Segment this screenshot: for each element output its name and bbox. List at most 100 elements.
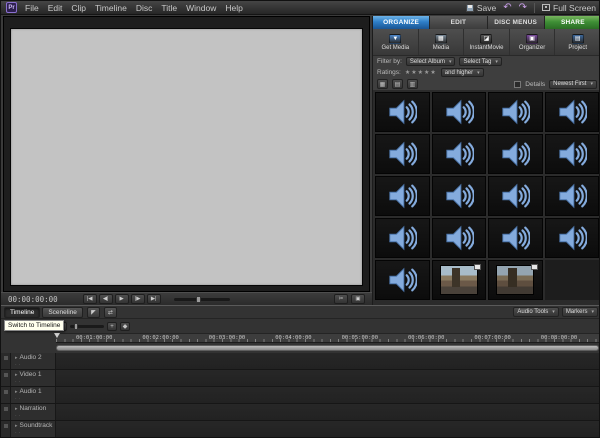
video-clip-thumbnail[interactable] bbox=[432, 260, 487, 300]
organizer-button[interactable]: ▣Organizer bbox=[510, 29, 556, 55]
track-lane[interactable] bbox=[56, 421, 600, 437]
menu-clip[interactable]: Clip bbox=[71, 3, 86, 13]
select-tag-dropdown[interactable]: Select Tag▾ bbox=[459, 57, 501, 66]
audio-clip-thumbnail[interactable] bbox=[488, 92, 543, 132]
markers-dropdown[interactable]: Markers▾ bbox=[562, 307, 598, 317]
details-checkbox[interactable] bbox=[514, 81, 521, 88]
get-media-button[interactable]: ▼Get Media bbox=[373, 29, 419, 55]
track-header: ▸Audio 2·· bbox=[11, 353, 56, 369]
audio-clip-thumbnail[interactable] bbox=[488, 218, 543, 258]
track-state-icon bbox=[4, 390, 8, 394]
audio-speaker-icon bbox=[557, 139, 587, 169]
undo-button[interactable]: ↶ bbox=[503, 3, 511, 13]
step-back-button[interactable]: ◀| bbox=[99, 294, 113, 304]
menu-timeline[interactable]: Timeline bbox=[95, 3, 127, 13]
audio-clip-thumbnail[interactable] bbox=[545, 218, 600, 258]
track-lane[interactable] bbox=[56, 370, 600, 386]
time-ruler[interactable]: 00:01:00:0000:02:00:0000:03:00:0000:04:0… bbox=[56, 333, 600, 343]
audio-clip-thumbnail[interactable] bbox=[432, 134, 487, 174]
audio-clip-thumbnail[interactable] bbox=[375, 92, 430, 132]
tab-disc-menus[interactable]: DISC MENUS bbox=[488, 16, 544, 29]
zoom-in-button[interactable]: + bbox=[107, 322, 117, 331]
selection-tool-button[interactable]: ◤ bbox=[87, 307, 100, 318]
step-forward-button[interactable]: |▶ bbox=[131, 294, 145, 304]
media-button[interactable]: ▦Media bbox=[419, 29, 465, 55]
tab-sceneline[interactable]: Sceneline bbox=[42, 307, 83, 318]
track-lane[interactable] bbox=[56, 404, 600, 420]
tab-edit[interactable]: EDIT bbox=[430, 16, 486, 29]
split-clip-button[interactable]: ✂ bbox=[334, 294, 348, 304]
fullscreen-button[interactable]: Full Screen bbox=[542, 3, 596, 13]
track-lane[interactable] bbox=[56, 387, 600, 403]
audio-clip-thumbnail[interactable] bbox=[375, 134, 430, 174]
video-clip-thumbnail[interactable] bbox=[488, 260, 543, 300]
app-logo-icon: Pr bbox=[6, 2, 17, 13]
zoom-slider-thumb[interactable] bbox=[74, 323, 78, 330]
track-lane[interactable] bbox=[56, 353, 600, 369]
save-button[interactable]: Save bbox=[466, 3, 496, 13]
track-subcontrols: ·· bbox=[15, 430, 55, 437]
monitor-panel bbox=[3, 16, 370, 292]
audio-speaker-icon bbox=[444, 223, 474, 253]
tab-timeline[interactable]: Timeline bbox=[4, 307, 40, 318]
audio-clip-thumbnail[interactable] bbox=[545, 92, 600, 132]
track-expand-icon[interactable]: ▸ bbox=[15, 372, 18, 378]
detail-view-button[interactable]: ▤ bbox=[392, 79, 403, 89]
grid-view-button[interactable]: ▦ bbox=[377, 79, 388, 89]
menu-file[interactable]: File bbox=[25, 3, 39, 13]
track-expand-icon[interactable]: ▸ bbox=[15, 389, 18, 395]
audio-clip-thumbnail[interactable] bbox=[375, 218, 430, 258]
track-toggle-rail[interactable] bbox=[1, 387, 11, 403]
track-toggle-rail[interactable] bbox=[1, 353, 11, 369]
go-to-next-edit-button[interactable]: ▶| bbox=[147, 294, 161, 304]
track-header: ▸Audio 1·· bbox=[11, 387, 56, 403]
redo-button[interactable]: ↷ bbox=[519, 3, 527, 13]
audio-clip-thumbnail[interactable] bbox=[375, 260, 430, 300]
menu-edit[interactable]: Edit bbox=[48, 3, 63, 13]
marker-icon[interactable]: ◆ bbox=[120, 322, 130, 331]
tab-organize[interactable]: ORGANIZE bbox=[373, 16, 429, 29]
go-to-previous-edit-button[interactable]: |◀ bbox=[83, 294, 97, 304]
slideshow-button[interactable]: ▥ bbox=[407, 79, 418, 89]
sort-order-dropdown[interactable]: Newest First▾ bbox=[549, 80, 597, 89]
track-expand-icon[interactable]: ▸ bbox=[15, 355, 18, 361]
transport-bar: 00:00:00:00 |◀◀|▶|▶▶| ✂ ▣ bbox=[1, 292, 372, 305]
tooltip: Switch to Timeline bbox=[4, 320, 64, 331]
track-header: ▸Narration·· bbox=[11, 404, 56, 420]
audio-clip-thumbnail[interactable] bbox=[488, 134, 543, 174]
menu-disc[interactable]: Disc bbox=[136, 3, 153, 13]
audio-tools-dropdown[interactable]: Audio Tools▾ bbox=[513, 307, 558, 317]
current-time-indicator[interactable] bbox=[54, 333, 60, 338]
audio-clip-thumbnail[interactable] bbox=[432, 92, 487, 132]
audio-clip-thumbnail[interactable] bbox=[432, 218, 487, 258]
audio-clip-thumbnail[interactable] bbox=[432, 176, 487, 216]
audio-clip-thumbnail[interactable] bbox=[375, 176, 430, 216]
menu-help[interactable]: Help bbox=[225, 3, 242, 13]
track-toggle-rail[interactable] bbox=[1, 421, 11, 437]
track-expand-icon[interactable]: ▸ bbox=[15, 406, 18, 412]
audio-clip-thumbnail[interactable] bbox=[545, 176, 600, 216]
menu-window[interactable]: Window bbox=[186, 3, 216, 13]
audio-speaker-icon bbox=[500, 97, 530, 127]
work-area-bar[interactable] bbox=[56, 345, 599, 351]
shuttle-thumb[interactable] bbox=[196, 296, 201, 303]
zoom-slider[interactable] bbox=[70, 325, 104, 328]
shuttle-slider[interactable] bbox=[174, 298, 230, 301]
instantmovie-button[interactable]: ◪InstantMovie bbox=[464, 29, 510, 55]
play-button[interactable]: ▶ bbox=[115, 294, 129, 304]
project-button[interactable]: ▤Project bbox=[555, 29, 600, 55]
time-stretch-tool-button[interactable]: ⇄ bbox=[104, 307, 117, 318]
and-higher-dropdown[interactable]: and higher▾ bbox=[441, 68, 484, 77]
audio-clip-thumbnail[interactable] bbox=[545, 134, 600, 174]
tab-share[interactable]: SHARE bbox=[545, 16, 600, 29]
empty-grid-cell bbox=[545, 260, 600, 300]
track-expand-icon[interactable]: ▸ bbox=[15, 423, 18, 429]
select-album-dropdown[interactable]: Select Album▾ bbox=[406, 57, 456, 66]
track-toggle-rail[interactable] bbox=[1, 404, 11, 420]
rating-stars[interactable]: ★★★★★ bbox=[405, 69, 437, 76]
menu-title[interactable]: Title bbox=[161, 3, 177, 13]
timeline-header-right: Audio Tools▾ Markers▾ bbox=[513, 307, 598, 317]
track-toggle-rail[interactable] bbox=[1, 370, 11, 386]
freeze-frame-button[interactable]: ▣ bbox=[351, 294, 365, 304]
audio-clip-thumbnail[interactable] bbox=[488, 176, 543, 216]
